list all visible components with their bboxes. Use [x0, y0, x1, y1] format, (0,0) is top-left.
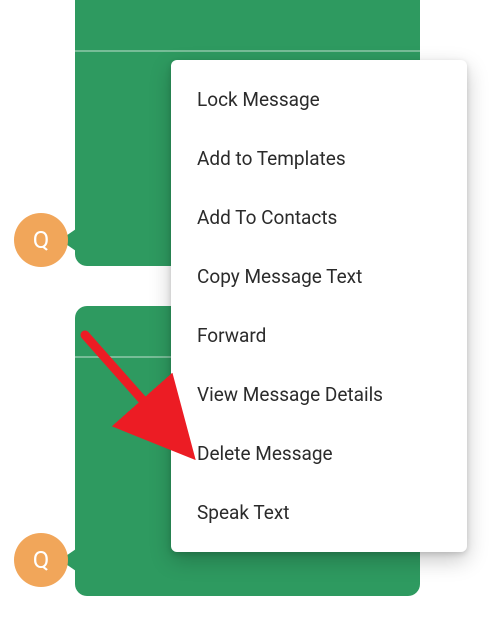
- menu-item-label: Speak Text: [197, 501, 289, 524]
- menu-item-label: Delete Message: [197, 442, 333, 465]
- avatar-letter: Q: [33, 226, 50, 254]
- menu-item-label: Add To Contacts: [197, 206, 337, 229]
- menu-item-delete-message[interactable]: Delete Message: [171, 424, 467, 483]
- menu-item-add-to-contacts[interactable]: Add To Contacts: [171, 188, 467, 247]
- menu-item-speak-text[interactable]: Speak Text: [171, 483, 467, 542]
- menu-item-label: View Message Details: [197, 383, 383, 406]
- avatar[interactable]: Q: [14, 213, 68, 267]
- message-header-strip: [75, 0, 420, 52]
- context-menu: Lock Message Add to Templates Add To Con…: [171, 60, 467, 552]
- menu-item-label: Lock Message: [197, 88, 320, 111]
- menu-item-label: Copy Message Text: [197, 265, 362, 288]
- menu-item-copy-message-text[interactable]: Copy Message Text: [171, 247, 467, 306]
- menu-item-view-message-details[interactable]: View Message Details: [171, 365, 467, 424]
- menu-item-add-to-templates[interactable]: Add to Templates: [171, 129, 467, 188]
- menu-item-forward[interactable]: Forward: [171, 306, 467, 365]
- chat-screen: Q 30/09/ Q Lock Message Add to Templates…: [0, 0, 500, 621]
- avatar[interactable]: Q: [14, 533, 68, 587]
- avatar-letter: Q: [33, 546, 50, 574]
- menu-item-label: Add to Templates: [197, 147, 346, 170]
- menu-item-label: Forward: [197, 324, 266, 347]
- menu-item-lock-message[interactable]: Lock Message: [171, 70, 467, 129]
